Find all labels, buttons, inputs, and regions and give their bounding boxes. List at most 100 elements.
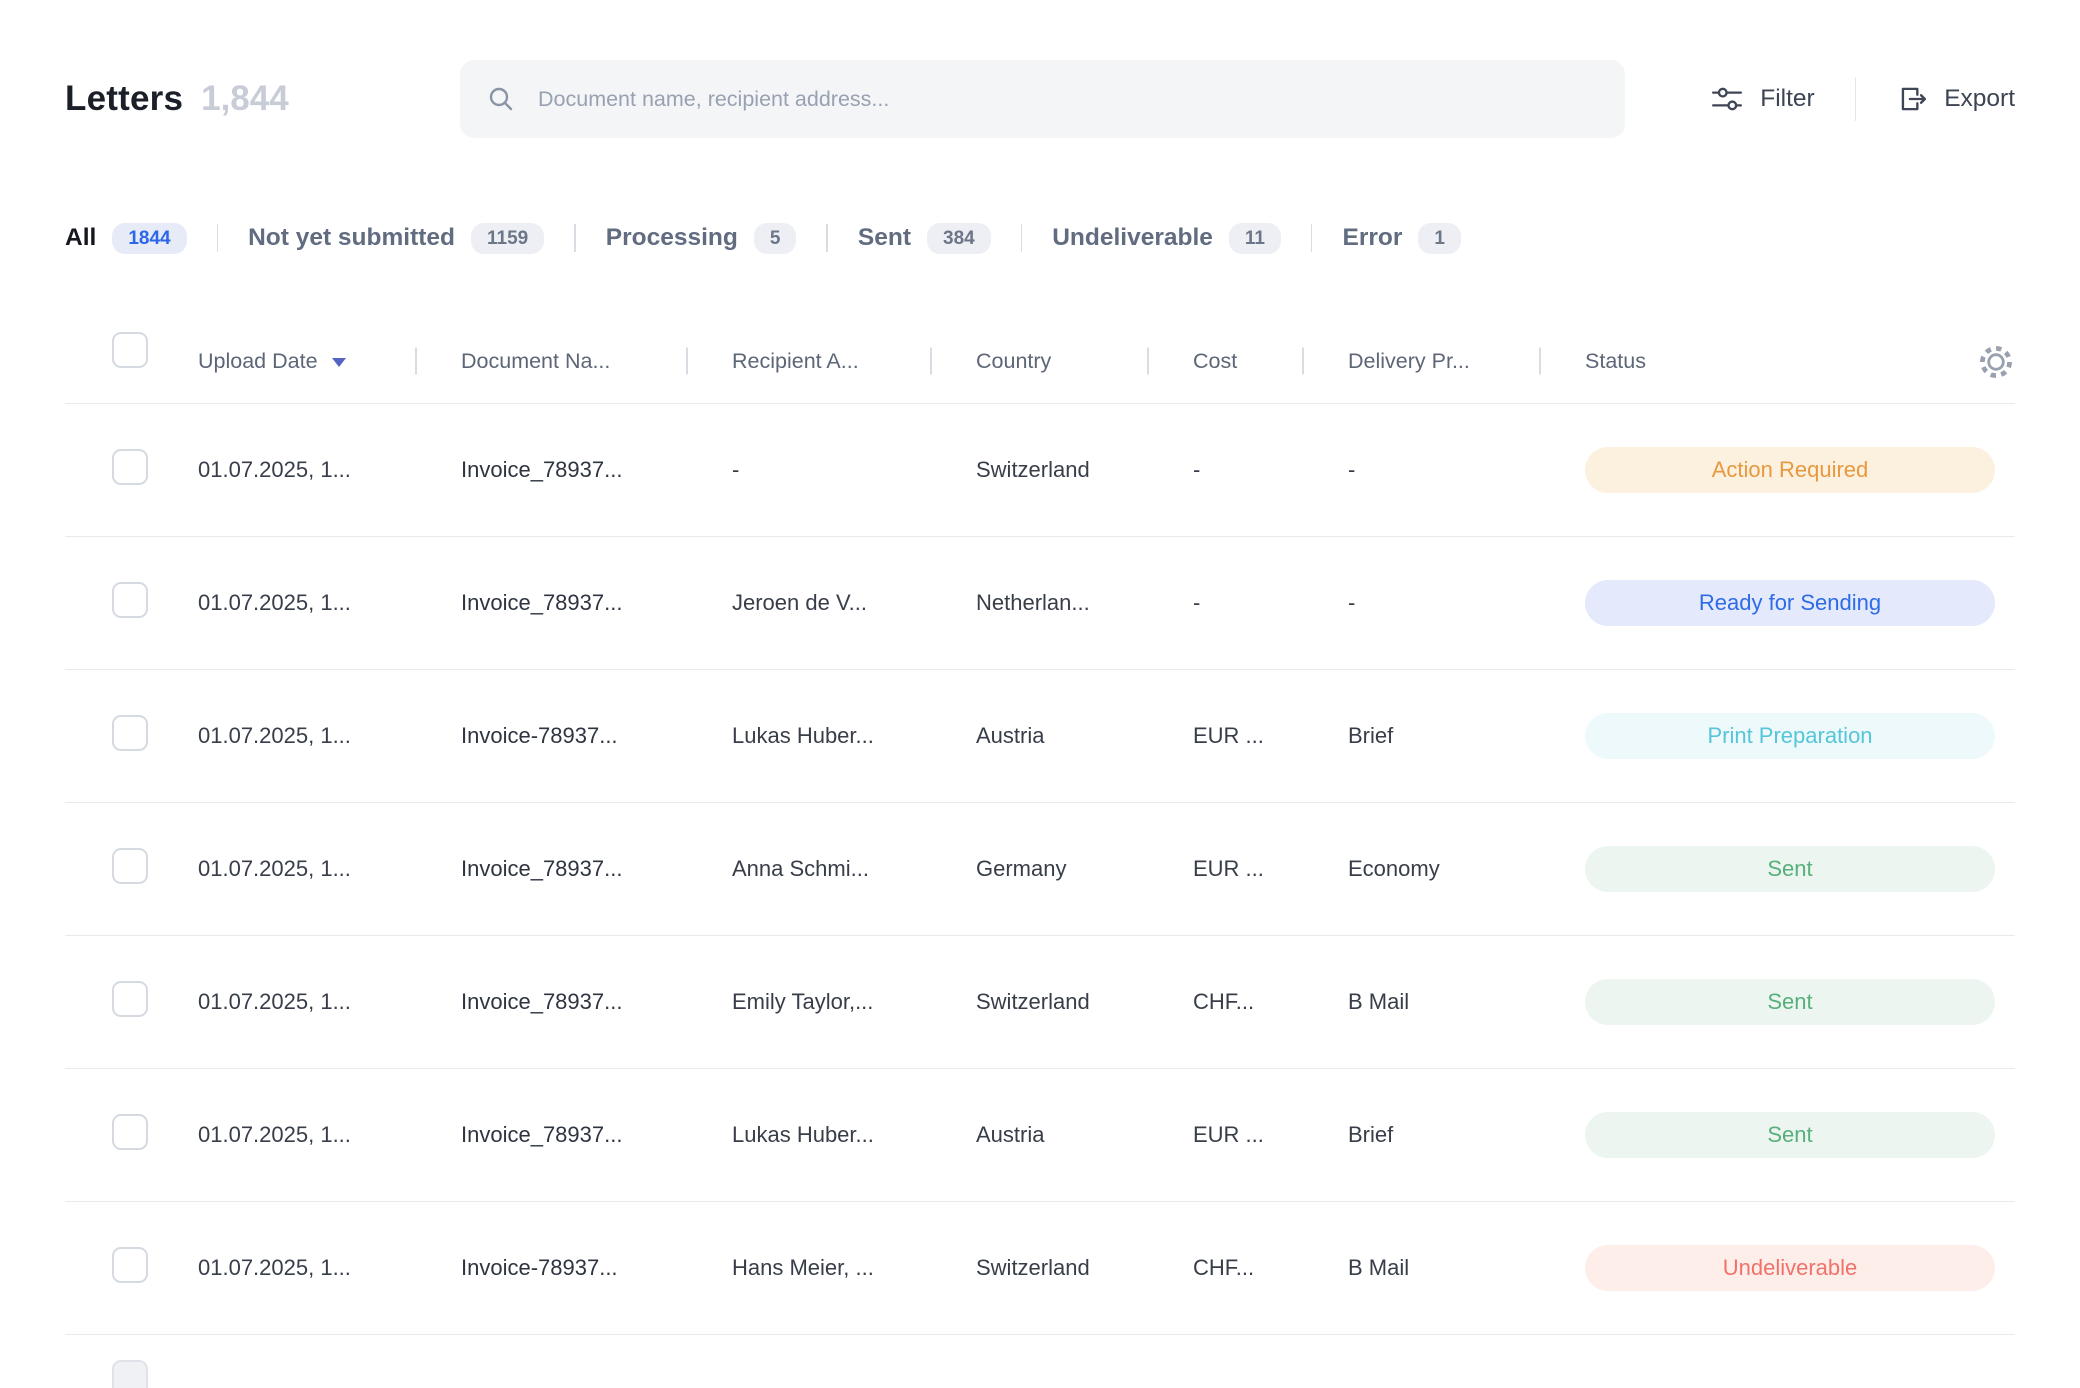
cell-status: Sent — [1585, 846, 2015, 892]
column-header-recipient: Recipient A... — [732, 347, 976, 375]
cell-upload-date: 01.07.2025, 1... — [198, 989, 461, 1015]
tab-count-badge: 5 — [754, 223, 797, 254]
cell-cost: - — [1193, 590, 1348, 616]
filter-icon — [1710, 84, 1744, 114]
actions-divider — [1855, 77, 1857, 121]
cell-country: Netherlan... — [976, 590, 1193, 616]
filter-button[interactable]: Filter — [1710, 84, 1814, 114]
row-checkbox[interactable] — [112, 449, 148, 485]
row-checkbox[interactable] — [112, 848, 148, 884]
row-checkbox[interactable] — [112, 981, 148, 1017]
cell-status: Print Preparation — [1585, 713, 2015, 759]
cell-upload-date: 01.07.2025, 1... — [198, 856, 461, 882]
cell-cost: - — [1193, 457, 1348, 483]
top-bar: Letters 1,844 Filter — [65, 58, 2015, 140]
tab-count-badge: 11 — [1229, 223, 1281, 254]
cell-document-name: Invoice_78937... — [461, 1122, 732, 1148]
tab-count-badge: 1159 — [471, 223, 544, 254]
cell-country: Switzerland — [976, 457, 1193, 483]
cell-upload-date: 01.07.2025, 1... — [198, 1255, 461, 1281]
cell-delivery-product: - — [1348, 457, 1585, 483]
row-checkbox[interactable] — [112, 582, 148, 618]
cell-cost: EUR ... — [1193, 856, 1348, 882]
row-checkbox-cell — [65, 715, 198, 757]
cell-upload-date: 01.07.2025, 1... — [198, 723, 461, 749]
cell-document-name: Invoice_78937... — [461, 457, 732, 483]
cell-delivery-product: B Mail — [1348, 1255, 1585, 1281]
cell-cost: EUR ... — [1193, 723, 1348, 749]
table-row[interactable]: 01.07.2025, 1... Invoice_78937... Emily … — [65, 936, 2015, 1069]
cell-country: Austria — [976, 1122, 1193, 1148]
cell-status: Undeliverable — [1585, 1245, 2015, 1291]
status-tabs: All 1844 Not yet submitted 1159 Processi… — [65, 212, 2015, 264]
row-checkbox[interactable] — [112, 715, 148, 751]
export-label: Export — [1944, 85, 2015, 113]
column-header-upload-date[interactable]: Upload Date — [198, 347, 461, 375]
cell-delivery-product: - — [1348, 590, 1585, 616]
cell-document-name: Invoice-78937... — [461, 1255, 732, 1281]
cell-recipient: Lukas Huber... — [732, 1122, 976, 1148]
partial-next-row-checkbox[interactable] — [112, 1360, 148, 1388]
cell-delivery-product: Economy — [1348, 856, 1585, 882]
tab-all[interactable]: All 1844 — [65, 223, 217, 254]
cell-delivery-product: Brief — [1348, 1122, 1585, 1148]
status-badge: Sent — [1585, 1112, 1995, 1158]
tab-undeliverable[interactable]: Undeliverable 11 — [1022, 223, 1311, 254]
cell-recipient: Hans Meier, ... — [732, 1255, 976, 1281]
search-input[interactable] — [538, 87, 1599, 112]
table-header-row: Upload Date Document Na... Recipient A..… — [65, 264, 2015, 404]
table-row[interactable]: 01.07.2025, 1... Invoice_78937... Anna S… — [65, 803, 2015, 936]
tab-count-badge: 1 — [1418, 223, 1461, 254]
column-header-country: Country — [976, 347, 1193, 375]
cell-delivery-product: B Mail — [1348, 989, 1585, 1015]
column-header-cost: Cost — [1193, 347, 1348, 375]
table-row[interactable]: 01.07.2025, 1... Invoice_78937... Lukas … — [65, 1069, 2015, 1202]
tab-not-yet-submitted[interactable]: Not yet submitted 1159 — [218, 223, 574, 254]
tab-sent[interactable]: Sent 384 — [828, 223, 1021, 254]
cell-status: Ready for Sending — [1585, 580, 2015, 626]
export-button[interactable]: Export — [1896, 83, 2015, 115]
cell-country: Switzerland — [976, 989, 1193, 1015]
cell-cost: CHF... — [1193, 1255, 1348, 1281]
row-checkbox-cell — [65, 848, 198, 890]
row-checkbox[interactable] — [112, 1114, 148, 1150]
table-row[interactable]: 01.07.2025, 1... Invoice_78937... Jeroen… — [65, 537, 2015, 670]
table-row[interactable]: 01.07.2025, 1... Invoice-78937... Hans M… — [65, 1202, 2015, 1335]
letters-page: Letters 1,844 Filter — [0, 0, 2080, 1388]
cell-recipient: Emily Taylor,... — [732, 989, 976, 1015]
tab-label: Undeliverable — [1052, 224, 1213, 252]
status-badge: Action Required — [1585, 447, 1995, 493]
tab-label: Sent — [858, 224, 911, 252]
row-checkbox[interactable] — [112, 1247, 148, 1283]
cell-document-name: Invoice_78937... — [461, 590, 732, 616]
cell-document-name: Invoice-78937... — [461, 723, 732, 749]
tab-label: All — [65, 224, 96, 252]
status-badge: Sent — [1585, 846, 1995, 892]
cell-status: Sent — [1585, 979, 2015, 1025]
cell-country: Austria — [976, 723, 1193, 749]
filter-label: Filter — [1760, 85, 1814, 113]
column-header-document-name: Document Na... — [461, 347, 732, 375]
cell-recipient: - — [732, 457, 976, 483]
table-row[interactable]: 01.07.2025, 1... Invoice_78937... - Swit… — [65, 404, 2015, 537]
tab-processing[interactable]: Processing 5 — [576, 223, 827, 254]
row-checkbox-cell — [65, 1114, 198, 1156]
select-all-checkbox[interactable] — [112, 332, 148, 368]
cell-recipient: Jeroen de V... — [732, 590, 976, 616]
table-settings-gear-icon[interactable] — [1977, 343, 2015, 381]
letters-table: Upload Date Document Na... Recipient A..… — [65, 264, 2015, 1335]
cell-recipient: Anna Schmi... — [732, 856, 976, 882]
page-title: Letters — [65, 79, 183, 119]
table-row[interactable]: 01.07.2025, 1... Invoice-78937... Lukas … — [65, 670, 2015, 803]
page-title-count: 1,844 — [201, 79, 289, 119]
row-checkbox-cell — [65, 449, 198, 491]
cell-cost: CHF... — [1193, 989, 1348, 1015]
export-icon — [1896, 83, 1928, 115]
cell-status: Sent — [1585, 1112, 2015, 1158]
column-header-delivery-product: Delivery Pr... — [1348, 347, 1585, 375]
cell-cost: EUR ... — [1193, 1122, 1348, 1148]
tab-error[interactable]: Error 1 — [1312, 223, 1491, 254]
search-bar[interactable] — [460, 60, 1625, 138]
tab-label: Error — [1342, 224, 1402, 252]
tab-count-badge: 384 — [927, 223, 991, 254]
